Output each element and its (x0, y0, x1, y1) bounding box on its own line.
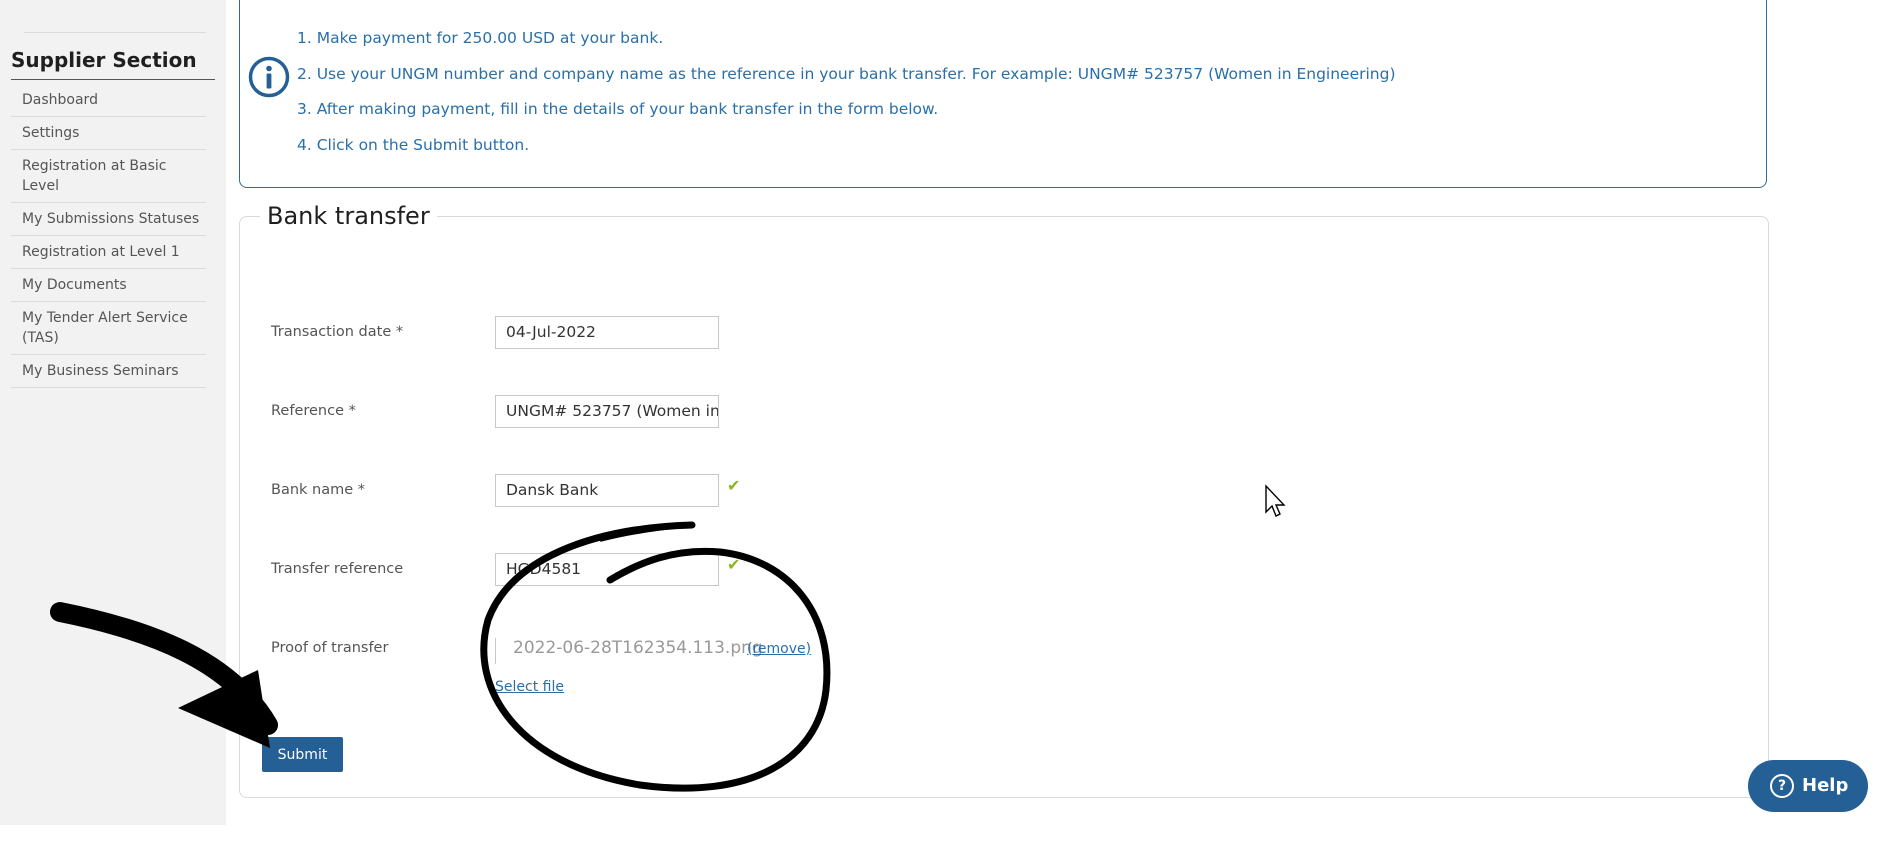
instruction-line-1: 1. Make payment for 250.00 USD at your b… (297, 29, 664, 47)
transfer-reference-label: Transfer reference (271, 561, 404, 577)
sidebar-item-label: Dashboard (22, 92, 98, 108)
transfer-reference-valid-icon: ✔ (727, 555, 741, 574)
reference-input[interactable]: UNGM# 523757 (Women in E (495, 395, 719, 428)
bank-name-input[interactable]: Dansk Bank (495, 474, 719, 507)
sidebar-item-label: My Submissions Statuses (22, 211, 200, 227)
sidebar-item-label: Settings (22, 125, 80, 141)
info-icon (248, 56, 290, 98)
sidebar-menu: Dashboard Settings Registration at Basic… (11, 84, 206, 388)
bank-transfer-fieldset (239, 216, 1769, 798)
transaction-date-label: Transaction date * (271, 324, 404, 340)
question-circle-icon: ? (1770, 774, 1794, 798)
uploaded-filename: 2022-06-28T162354.113.png (513, 638, 763, 658)
sidebar-item-submission-statuses[interactable]: My Submissions Statuses (11, 203, 206, 236)
sidebar-item-dashboard[interactable]: Dashboard (11, 84, 206, 117)
sidebar: Supplier Section Dashboard Settings Regi… (0, 0, 226, 825)
sidebar-item-business-seminars[interactable]: My Business Seminars (11, 355, 206, 388)
sidebar-item-label: Registration at Basic Level (22, 158, 167, 194)
sidebar-item-label: My Business Seminars (22, 363, 179, 379)
sidebar-title: Supplier Section (11, 48, 215, 80)
select-file-link[interactable]: Select file (495, 679, 564, 695)
help-label: Help (1802, 775, 1849, 796)
proof-of-transfer-label: Proof of transfer (271, 640, 389, 656)
instruction-line-2: 2. Use your UNGM number and company name… (297, 65, 1396, 83)
remove-file-link[interactable]: (remove) (747, 641, 811, 657)
sidebar-item-settings[interactable]: Settings (11, 117, 206, 150)
help-button[interactable]: ? Help (1748, 760, 1868, 812)
transaction-date-input[interactable]: 04-Jul-2022 (495, 316, 719, 349)
reference-label: Reference * (271, 403, 356, 419)
instruction-line-4: 4. Click on the Submit button. (297, 136, 530, 154)
bank-name-valid-icon: ✔ (727, 476, 741, 495)
bank-name-label: Bank name * (271, 482, 366, 498)
file-indicator (495, 638, 496, 664)
submit-button[interactable]: Submit (262, 737, 343, 772)
sidebar-item-registration-level1[interactable]: Registration at Level 1 (11, 236, 206, 269)
sidebar-item-label: My Tender Alert Service (TAS) (22, 310, 188, 346)
sidebar-item-registration-basic[interactable]: Registration at Basic Level (11, 150, 206, 203)
instruction-line-3: 3. After making payment, fill in the det… (297, 100, 939, 118)
sidebar-item-label: My Documents (22, 277, 127, 293)
bank-transfer-legend: Bank transfer (260, 199, 437, 233)
sidebar-divider (24, 32, 206, 33)
sidebar-item-tas[interactable]: My Tender Alert Service (TAS) (11, 302, 206, 355)
transfer-reference-input[interactable]: HGD4581 (495, 553, 719, 586)
sidebar-item-label: Registration at Level 1 (22, 244, 180, 260)
sidebar-item-documents[interactable]: My Documents (11, 269, 206, 302)
